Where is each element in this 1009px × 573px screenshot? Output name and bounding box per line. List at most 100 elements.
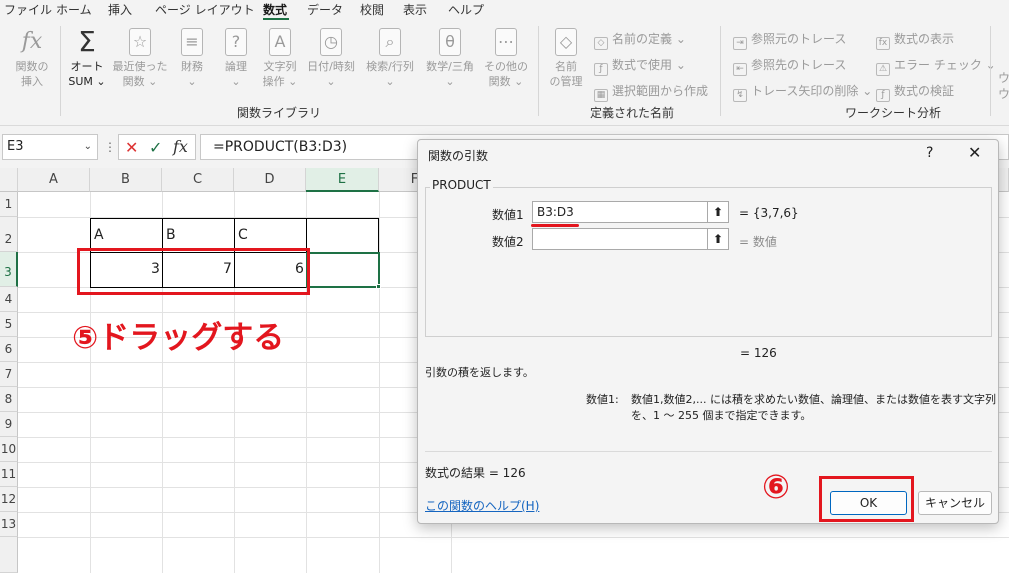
row-header-9[interactable]: 9: [0, 412, 18, 437]
cell-d2[interactable]: C: [238, 227, 248, 243]
tab-formulas[interactable]: 数式: [263, 1, 287, 18]
row-header-5[interactable]: 5: [0, 312, 18, 337]
formula-result: 数式の結果 = 126: [425, 466, 526, 480]
tab-data[interactable]: データ: [307, 1, 343, 18]
arg2-input[interactable]: [532, 228, 728, 250]
chevron-down-icon[interactable]: ⌄: [84, 135, 92, 159]
formula-icon: ƒ: [594, 63, 608, 76]
table-border: [378, 218, 379, 253]
insert-function-icon[interactable]: fx: [173, 137, 188, 156]
theta-icon: θ: [439, 28, 461, 56]
trace-dependents-button[interactable]: ⇤ 参照先のトレース: [733, 56, 846, 76]
recent-functions-button[interactable]: ☆ 最近使った 関数 ⌄: [112, 28, 168, 89]
enter-icon[interactable]: ✓: [149, 138, 162, 157]
cell-b2[interactable]: A: [94, 227, 104, 243]
define-name-button[interactable]: ◇ 名前の定義 ⌄: [594, 30, 686, 50]
column-header-a[interactable]: A: [18, 168, 90, 192]
ribbon: fx 関数の 挿入 Σ オート SUM ⌄ ☆ 最近使った 関数 ⌄ ≡ 財務 …: [0, 20, 1009, 126]
collapse-arg2-icon[interactable]: ⬆: [707, 228, 729, 250]
fill-handle[interactable]: [376, 284, 381, 289]
highlight-ok-button: [819, 476, 914, 522]
row-header-1[interactable]: 1: [0, 192, 18, 217]
formula-total: = 126: [740, 346, 777, 360]
remove-arrows-button[interactable]: ↯ トレース矢印の削除 ⌄: [733, 82, 872, 102]
tag-icon: ◇: [555, 28, 577, 56]
row-header-8[interactable]: 8: [0, 387, 18, 412]
name-manager-button[interactable]: ◇ 名前 の管理: [544, 28, 588, 89]
tab-view[interactable]: 表示: [403, 1, 427, 18]
arg-help-label: 数値1:: [586, 393, 619, 406]
step-6-label: ⑥: [762, 467, 790, 506]
row-header-3[interactable]: 3: [0, 252, 18, 287]
tab-file[interactable]: ファイル: [4, 1, 52, 18]
gridline: [18, 537, 1009, 538]
name-box[interactable]: E3 ⌄: [2, 134, 98, 160]
group-label-library: 関数ライブラリ: [237, 106, 322, 120]
row-header-rest: [0, 537, 18, 573]
cancel-icon[interactable]: ✕: [125, 138, 138, 157]
logical-button[interactable]: ? 論理 ⌄: [216, 28, 256, 89]
fx-icon: fx: [21, 29, 43, 54]
group-label-auditing: ワークシート分析: [845, 106, 942, 120]
lookup-button[interactable]: ⌕ 検索/行列 ⌄: [362, 28, 418, 89]
column-header-b[interactable]: B: [90, 168, 162, 192]
text-functions-button[interactable]: A 文字列 操作 ⌄: [258, 28, 302, 89]
column-header-e[interactable]: E: [306, 168, 379, 192]
function-help-link[interactable]: この関数のヘルプ(H): [425, 497, 539, 514]
formula-buttons: ✕ ✓ fx: [118, 134, 196, 160]
column-header-c[interactable]: C: [162, 168, 234, 192]
datetime-button[interactable]: ◷ 日付/時刻 ⌄: [304, 28, 358, 89]
row-header-13[interactable]: 13: [0, 512, 18, 537]
active-cell-e3[interactable]: [306, 252, 380, 288]
watch-window-button[interactable]: ウ ウ: [998, 70, 1009, 102]
ribbon-separator: [720, 26, 721, 116]
ribbon-separator: [60, 26, 61, 116]
arg1-underline-highlight: [531, 224, 579, 227]
tab-review[interactable]: 校閲: [360, 1, 384, 18]
row-header-4[interactable]: 4: [0, 287, 18, 312]
row-header-11[interactable]: 11: [0, 462, 18, 487]
close-icon[interactable]: ✕: [968, 143, 981, 162]
tab-page-layout[interactable]: ページ レイアウト: [155, 1, 255, 18]
create-from-selection-button[interactable]: ▦ 選択範囲から作成: [594, 82, 708, 102]
cancel-button[interactable]: キャンセル: [918, 491, 992, 515]
arg-help-line-1: 数値1,数値2,... には積を求めたい数値、論理値、または数値を表す文字列: [631, 393, 996, 406]
row-header-10[interactable]: 10: [0, 437, 18, 462]
cell-c2[interactable]: B: [166, 227, 176, 243]
select-all-corner[interactable]: [0, 168, 18, 192]
evaluate-formula-button[interactable]: ƒ 数式の検証: [876, 82, 954, 102]
dialog-title: 関数の引数: [428, 149, 489, 163]
row-header-12[interactable]: 12: [0, 487, 18, 512]
star-icon: ☆: [129, 28, 151, 56]
tab-insert[interactable]: 挿入: [108, 1, 132, 18]
financial-button[interactable]: ≡ 財務 ⌄: [172, 28, 212, 89]
arg1-label: 数値1: [492, 208, 524, 222]
column-header-d[interactable]: D: [234, 168, 306, 192]
more-options-icon: ⋮: [104, 140, 116, 154]
trace-precedents-button[interactable]: ⇥ 参照元のトレース: [733, 30, 846, 50]
arg1-input[interactable]: B3:D3: [532, 201, 728, 223]
use-in-formula-button[interactable]: ƒ 数式で使用 ⌄: [594, 56, 686, 76]
math-button[interactable]: θ 数学/三角 ⌄: [422, 28, 478, 89]
row-header-6[interactable]: 6: [0, 337, 18, 362]
row-header-7[interactable]: 7: [0, 362, 18, 387]
collapse-arg1-icon[interactable]: ⬆: [707, 201, 729, 223]
ribbon-separator: [990, 26, 991, 116]
insert-function-button[interactable]: fx 関数の 挿入: [10, 28, 54, 89]
row-header-2[interactable]: 2: [0, 217, 18, 252]
warning-icon: ⚠: [876, 63, 890, 76]
error-checking-button[interactable]: ⚠ エラー チェック ⌄: [876, 56, 996, 76]
show-formulas-button[interactable]: fx 数式の表示: [876, 30, 954, 50]
evaluate-icon: ƒ: [876, 89, 890, 102]
fx-icon: fx: [876, 37, 890, 50]
autosum-button[interactable]: Σ オート SUM ⌄: [64, 28, 110, 89]
tab-home[interactable]: ホーム: [56, 1, 92, 18]
help-icon[interactable]: ?: [926, 145, 933, 161]
more-functions-button[interactable]: ⋯ その他の 関数 ⌄: [482, 28, 530, 89]
function-name: PRODUCT: [430, 178, 493, 192]
trace-icon: ⇤: [733, 63, 747, 76]
dialog-divider: [425, 451, 992, 452]
grid-icon: ▦: [594, 89, 608, 102]
clock-icon: ◷: [320, 28, 342, 56]
tab-help[interactable]: ヘルプ: [448, 1, 484, 18]
